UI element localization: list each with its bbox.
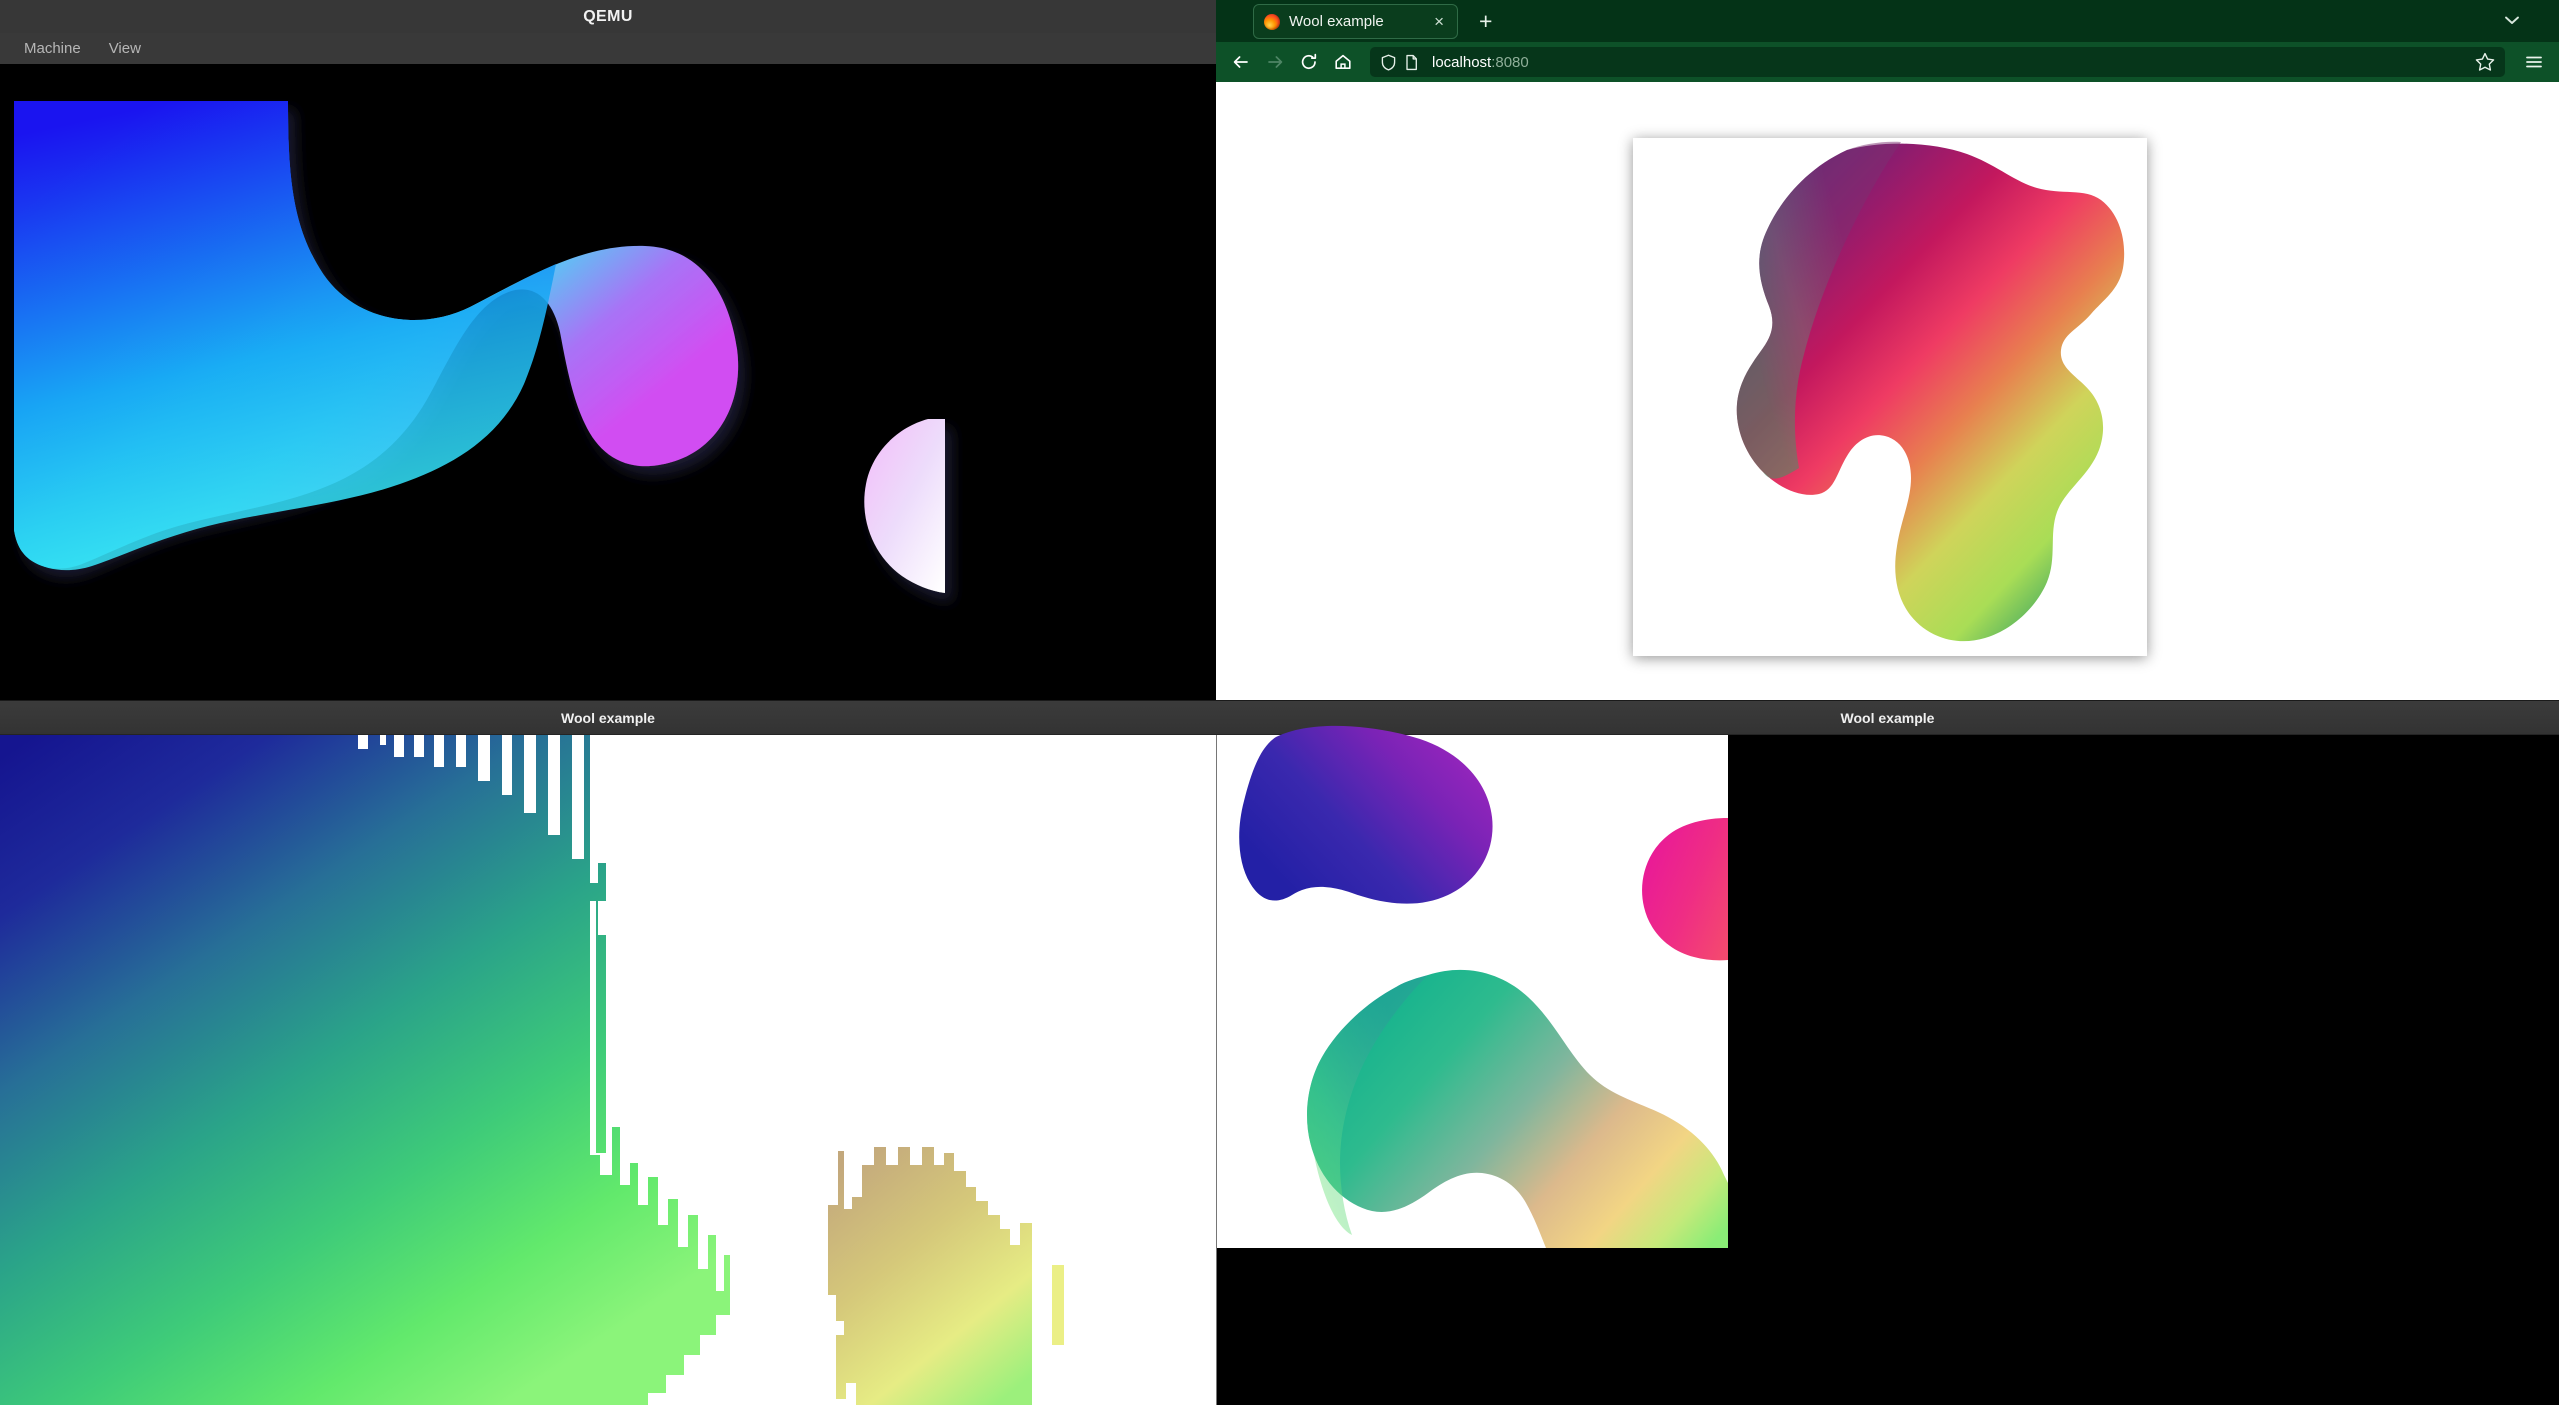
firefox-navigation-toolbar: localhost:8080 [1216, 42, 2559, 82]
hamburger-menu-icon[interactable] [2519, 47, 2549, 77]
url-port: :8080 [1491, 53, 1529, 71]
qemu-window-title: QEMU [583, 7, 633, 25]
firefox-icon [1264, 13, 1280, 30]
url-bar[interactable]: localhost:8080 [1370, 47, 2505, 77]
qemu-main-blob-shading [14, 101, 556, 571]
browser-tab-title: Wool example [1289, 13, 1384, 30]
shield-icon[interactable] [1378, 52, 1399, 73]
star-icon[interactable] [2473, 50, 2497, 74]
wool-left-titlebar: Wool example [0, 700, 1216, 735]
reload-icon[interactable] [1294, 47, 1324, 77]
panel-divider [1216, 735, 1217, 1405]
qemu-menu-machine[interactable]: Machine [10, 37, 95, 60]
close-icon[interactable]: × [1431, 13, 1447, 30]
wool-right-render-canvas [1239, 725, 1728, 1248]
back-arrow-icon[interactable] [1226, 47, 1256, 77]
qemu-menu-view[interactable]: View [95, 37, 155, 60]
wool-right-titlebar: Wool example [1216, 700, 2559, 735]
url-host: localhost [1432, 53, 1492, 71]
wool-render-card [1633, 138, 2147, 656]
chevron-down-icon[interactable] [2501, 9, 2523, 31]
wool-left-blob-group [0, 735, 1216, 1405]
qemu-window: QEMU Machine View [0, 0, 1216, 700]
wool-left-canvas[interactable] [0, 735, 1216, 1405]
browser-tab-wool-example[interactable]: Wool example × [1253, 4, 1458, 39]
browser-render-canvas [1736, 141, 2125, 642]
wool-left-title: Wool example [561, 709, 655, 726]
wool-left-render-canvas [0, 735, 1216, 1405]
firefox-tab-strip: Wool example × + [1216, 0, 2559, 42]
qemu-render-canvas [14, 101, 945, 593]
home-icon[interactable] [1328, 47, 1358, 77]
qemu-menubar: Machine View [0, 33, 1216, 64]
wool-right-title: Wool example [1840, 709, 1935, 726]
qemu-guest-screen[interactable] [0, 64, 1216, 700]
new-tab-button[interactable]: + [1472, 10, 1499, 33]
wool-right-blob-top [1239, 725, 1493, 904]
wool-panel-left: Wool example [0, 700, 1216, 1405]
firefox-window: Wool example × + localhost:8080 [1216, 0, 2559, 700]
qemu-titlebar: QEMU [0, 0, 1216, 34]
qemu-small-blob [864, 419, 945, 593]
url-text: localhost:8080 [1432, 54, 2473, 71]
forward-arrow-icon [1260, 47, 1290, 77]
wool-left-small-blob-sliver [1052, 1265, 1064, 1345]
browser-page-content [1216, 82, 2559, 700]
wool-panel-right: Wool example [1216, 700, 2559, 1405]
wool-right-canvas[interactable] [1216, 725, 1728, 1248]
wool-right-circle [1642, 818, 1728, 961]
page-icon[interactable] [1401, 52, 1422, 73]
